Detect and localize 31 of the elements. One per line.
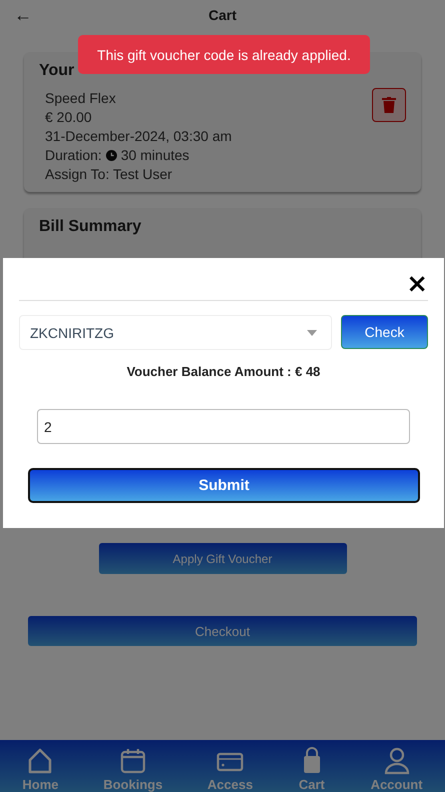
nav-item[interactable]: Home bbox=[22, 747, 59, 792]
duration-label: Duration: bbox=[45, 147, 102, 163]
nav-item[interactable]: Bookings bbox=[103, 747, 163, 792]
card-title: Your bbox=[39, 62, 76, 80]
checkout-button[interactable]: Checkout bbox=[28, 616, 417, 646]
home-icon bbox=[26, 747, 54, 775]
price: € 20.00 bbox=[45, 109, 93, 125]
person-icon bbox=[382, 747, 411, 775]
nav-item[interactable]: Account bbox=[370, 747, 423, 792]
trash-icon bbox=[382, 97, 396, 113]
submit-button[interactable]: Submit bbox=[28, 468, 420, 503]
card-title: Bill Summary bbox=[39, 218, 142, 236]
error-toast: This gift voucher code is already applied. bbox=[78, 35, 370, 74]
clock-icon bbox=[106, 150, 117, 160]
close-button[interactable]: × bbox=[406, 271, 428, 297]
nav-item[interactable]: Access bbox=[207, 747, 253, 792]
caret-icon bbox=[307, 330, 317, 336]
delete-button[interactable] bbox=[372, 88, 406, 122]
voucher-select[interactable]: ZKCNIRITZG bbox=[19, 315, 332, 350]
booking-datetime: 31-December-2024, 03:30 am bbox=[45, 128, 232, 144]
back-button[interactable]: ← bbox=[14, 4, 32, 26]
calendar-icon bbox=[118, 747, 147, 775]
duration-value: 30 minutes bbox=[120, 147, 190, 163]
voucher-balance: Voucher Balance Amount : € 48 bbox=[126, 364, 322, 379]
nav-item[interactable]: Cart bbox=[298, 747, 326, 792]
amount-field[interactable]: 2 bbox=[37, 409, 410, 444]
page-title: Cart bbox=[208, 7, 236, 23]
assignee: Assign To: Test User bbox=[45, 166, 174, 182]
check-button[interactable]: Check bbox=[341, 315, 428, 349]
product-name: Speed Flex bbox=[45, 90, 117, 106]
apply-voucher-button[interactable]: Apply Gift Voucher bbox=[98, 543, 346, 574]
